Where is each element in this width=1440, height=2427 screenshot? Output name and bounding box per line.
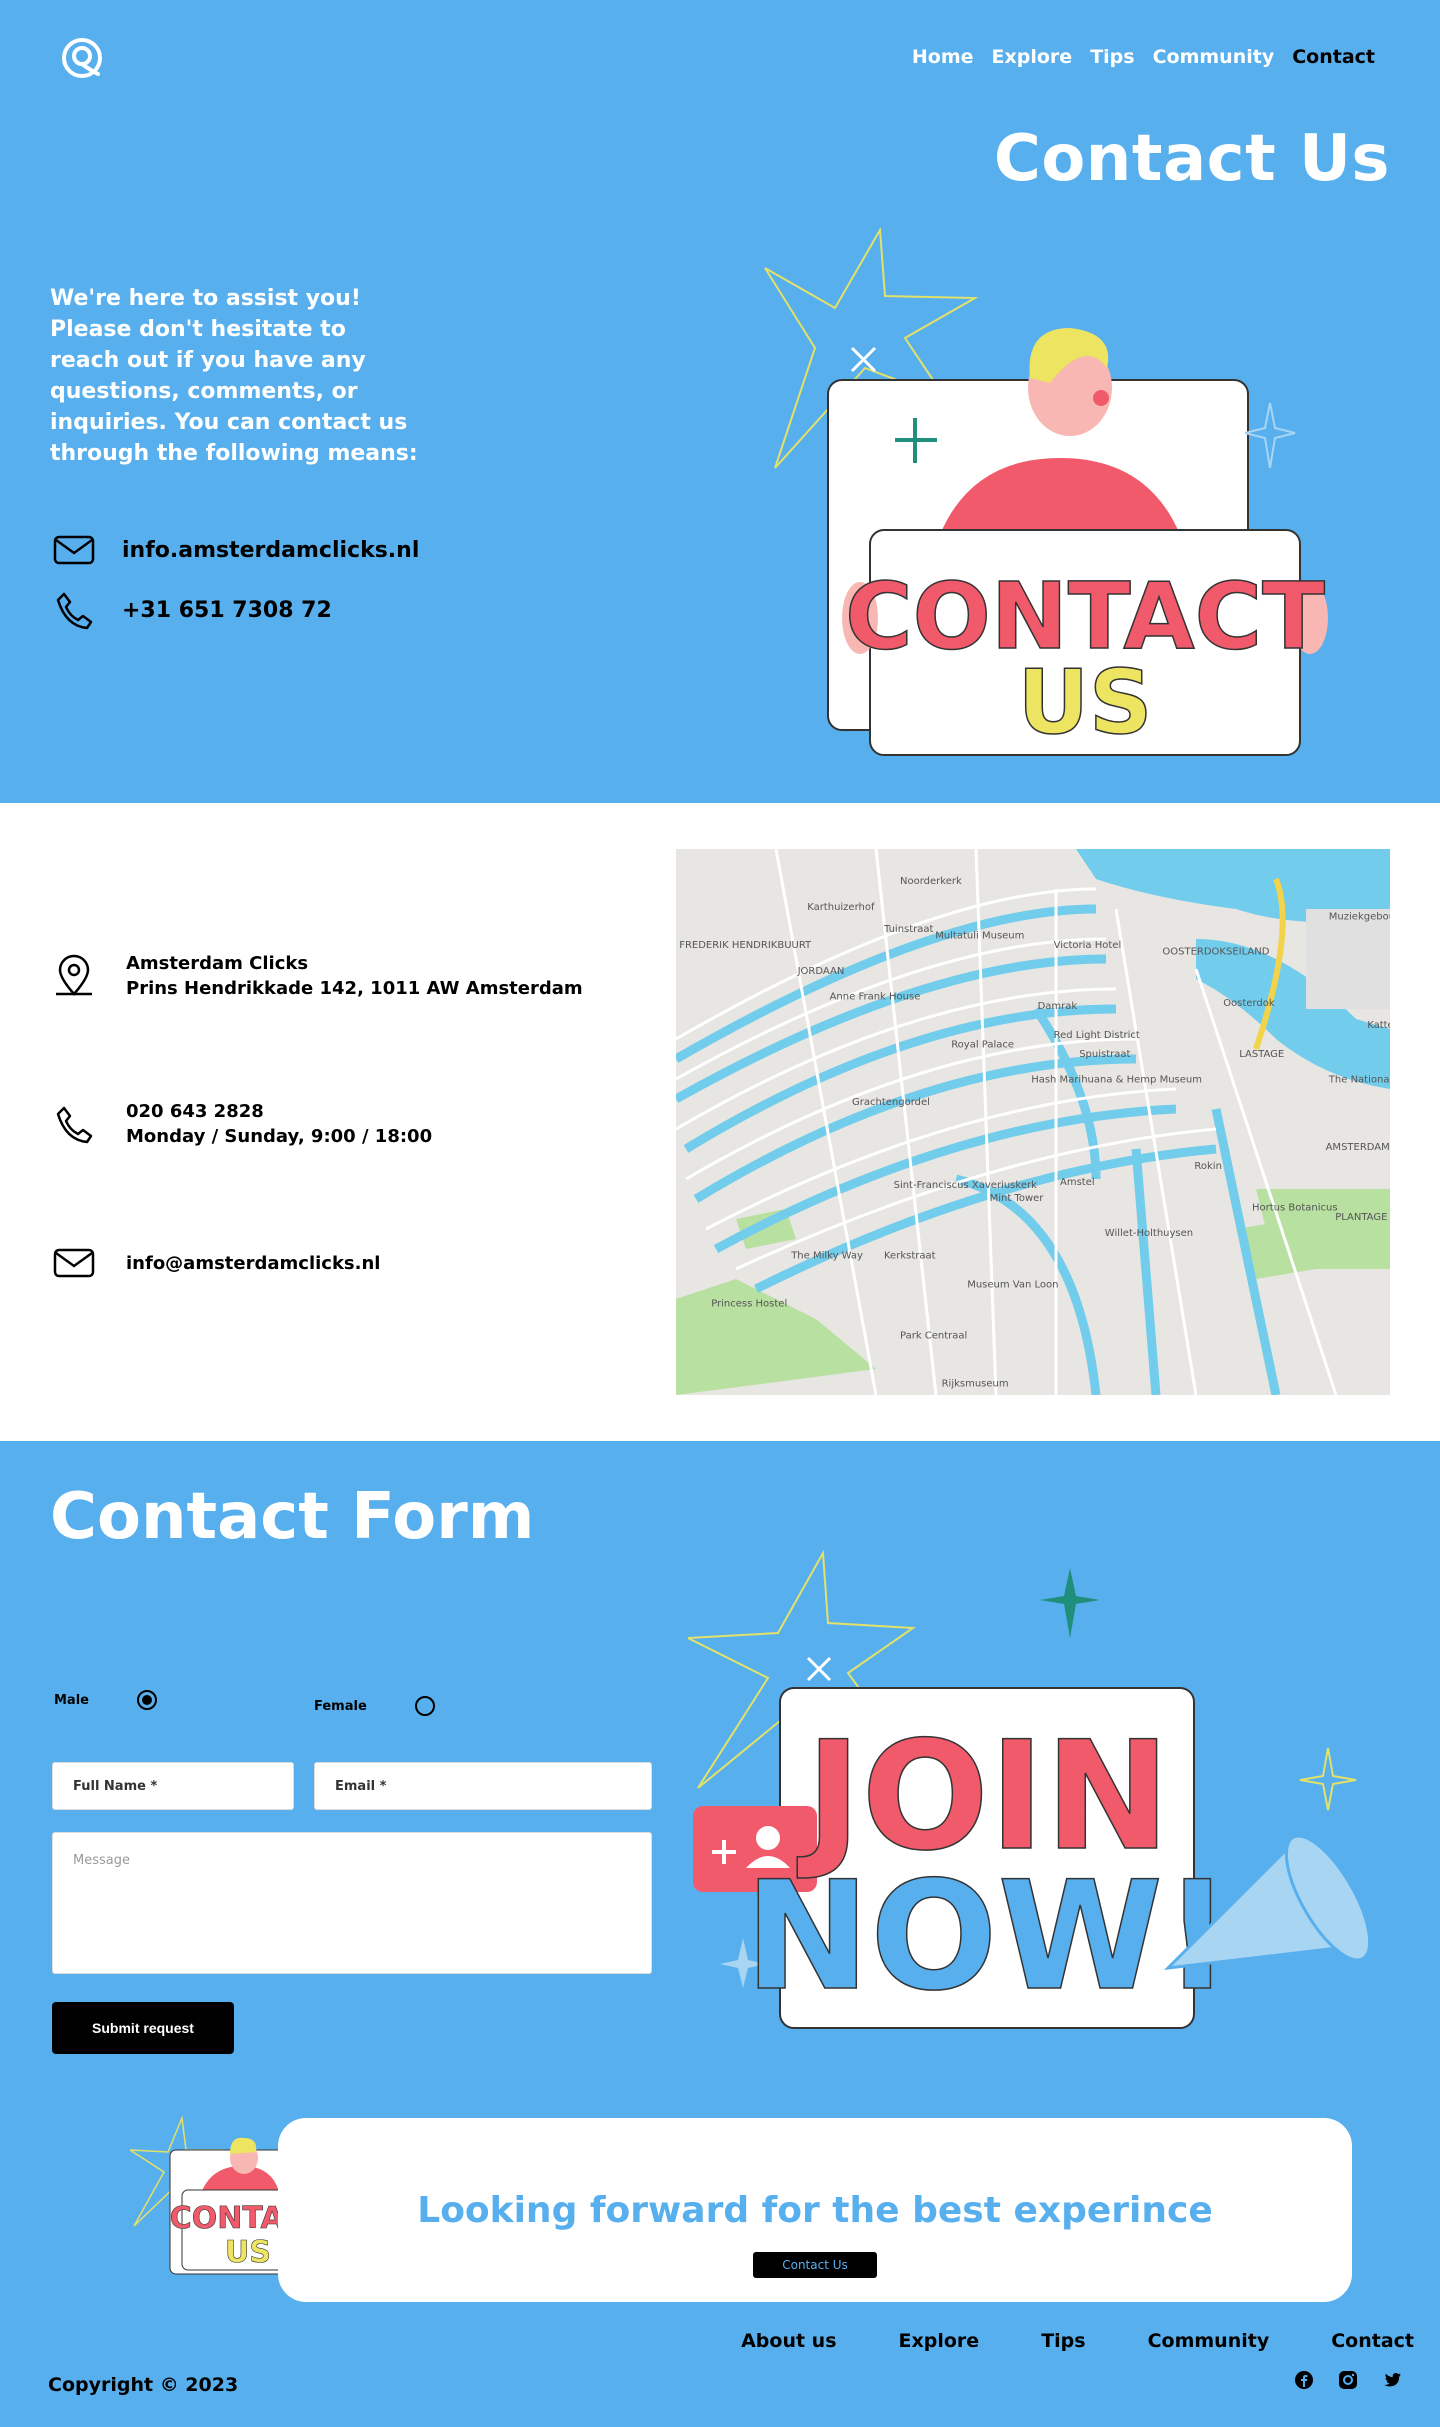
map-label: Hash Marihuana & Hemp Museum (1031, 1075, 1202, 1086)
promo-heading: Looking forward for the best experince (417, 2190, 1213, 2231)
map-label: Red Light District (1054, 1030, 1140, 1041)
promo-contact-button[interactable]: Contact Us (753, 2252, 877, 2278)
map-label: Muziekgebouw (1329, 911, 1390, 922)
hero-phone-text: +31 651 7308 72 (122, 597, 332, 623)
footer-tips[interactable]: Tips (1041, 2330, 1085, 2352)
phone-icon (56, 1106, 93, 1144)
footer-about-us[interactable]: About us (741, 2330, 836, 2352)
map-label: The Milky Way (790, 1251, 863, 1262)
map-label: Mint Tower (990, 1193, 1045, 1204)
info-phone-number[interactable]: 020 643 2828 (126, 1099, 432, 1124)
now-text: NOW! (745, 1850, 1232, 2024)
full-name-input[interactable]: Full Name * (52, 1762, 294, 1810)
male-radio[interactable] (136, 1690, 157, 1710)
nav-community[interactable]: Community (1153, 46, 1275, 68)
map-label: Royal Palace (951, 1039, 1014, 1050)
map-label: Kattenburg (1367, 1020, 1390, 1031)
location-pin-icon (56, 954, 92, 996)
mail-icon (53, 535, 95, 565)
sign-us-text: US (1018, 651, 1153, 754)
female-label: Female (314, 1698, 367, 1714)
contact-us-illustration: CONTACT US (764, 228, 1328, 756)
page-title: Contact Us (993, 122, 1390, 196)
nav-explore[interactable]: Explore (992, 46, 1073, 68)
join-now-illustration: JOIN NOW! (688, 1549, 1372, 2029)
main-nav: Home Explore Tips Community Contact (912, 46, 1375, 68)
map-label: OOSTERDOKSEILAND (1162, 947, 1269, 958)
map-label: JORDAAN (797, 966, 845, 977)
contact-info-section: Amsterdam Clicks Prins Hendrikkade 142, … (0, 803, 1440, 1441)
map-label: Amstel (1060, 1177, 1095, 1188)
mail-icon (53, 1248, 95, 1278)
map-label: Anne Frank House (830, 991, 921, 1002)
hero-phone[interactable]: +31 651 7308 72 (52, 588, 332, 632)
map-label: Tuinstraat (883, 924, 934, 935)
hero-email[interactable]: info.amsterdamclicks.nl (52, 528, 419, 572)
footer-community[interactable]: Community (1148, 2330, 1270, 2352)
info-email: info@amsterdamclicks.nl (52, 1241, 380, 1285)
map-label: Oosterdok (1223, 998, 1275, 1009)
instagram-icon[interactable] (1338, 2370, 1358, 2390)
male-label: Male (54, 1692, 89, 1708)
gender-female-option[interactable]: Female (314, 1696, 435, 1716)
map-label: Grachtengordel (852, 1097, 930, 1108)
info-email-text[interactable]: info@amsterdamclicks.nl (126, 1251, 380, 1276)
map-label: Noorderkerk (900, 876, 962, 887)
message-textarea[interactable]: Message (52, 1832, 652, 1974)
info-address: Amsterdam Clicks Prins Hendrikkade 142, … (52, 951, 583, 1001)
address-name: Amsterdam Clicks (126, 953, 309, 974)
map-label: Rijksmuseum (942, 1379, 1009, 1390)
map-label: LASTAGE (1239, 1049, 1284, 1060)
copyright: Copyright © 2023 (48, 2374, 239, 2396)
hero-intro: We're here to assist you! Please don't h… (50, 286, 418, 466)
footer-contact[interactable]: Contact (1331, 2330, 1414, 2352)
gender-male-option[interactable]: Male (54, 1690, 157, 1710)
phone-icon (56, 592, 93, 630)
map-label: Rokin (1194, 1161, 1222, 1172)
contact-form-title: Contact Form (50, 1480, 535, 1554)
map-label: Victoria Hotel (1054, 940, 1122, 951)
nav-tips[interactable]: Tips (1090, 46, 1134, 68)
map-label: Karthuizerhof (807, 902, 875, 913)
map-label: Willet-Holthuysen (1105, 1228, 1193, 1239)
social-links (1294, 2370, 1402, 2390)
address-street: Prins Hendrikkade 142, 1011 AW Amsterdam (126, 978, 583, 999)
map-label: PLANTAGE (1335, 1212, 1387, 1223)
map-label: Damrak (1038, 1001, 1078, 1012)
map-label: Sint-Franciscus Xaveriuskerk (894, 1180, 1037, 1191)
promo-banner: Looking forward for the best experince C… (278, 2118, 1352, 2302)
map-label: AMSTERDAM-CENTRUM (1326, 1142, 1390, 1153)
map-label: Princess Hostel (711, 1299, 787, 1310)
nav-contact[interactable]: Contact (1292, 46, 1375, 68)
female-radio[interactable] (414, 1696, 435, 1716)
map-label: The National Maritime Museum (1328, 1075, 1390, 1086)
facebook-icon[interactable] (1294, 2370, 1314, 2390)
map-label: Hortus Botanicus (1252, 1203, 1338, 1214)
location-map[interactable]: Noorderkerk Karthuizerhof FREDERIK HENDRIK… (676, 849, 1390, 1395)
twitter-icon[interactable] (1382, 2370, 1402, 2390)
map-label: Spuistraat (1079, 1049, 1130, 1060)
map-label: Kerkstraat (884, 1251, 936, 1262)
promo-sign-us: US (225, 2235, 271, 2270)
info-phone: 020 643 2828 Monday / Sunday, 9:00 / 18:… (52, 1099, 432, 1149)
map-label: Park Centraal (900, 1331, 967, 1342)
map-label: Multatuli Museum (935, 931, 1024, 942)
hero-email-text: info.amsterdamclicks.nl (122, 537, 420, 563)
email-input[interactable]: Email * (314, 1762, 652, 1810)
info-hours: Monday / Sunday, 9:00 / 18:00 (126, 1126, 433, 1147)
footer-nav: About us Explore Tips Community Contact (741, 2330, 1414, 2352)
nav-home[interactable]: Home (912, 46, 974, 68)
map-canvas: Noorderkerk Karthuizerhof FREDERIK HENDRIK… (676, 849, 1390, 1395)
map-label: Museum Van Loon (967, 1279, 1058, 1290)
site-logo[interactable] (60, 36, 104, 80)
submit-request-button[interactable]: Submit request (52, 2002, 234, 2054)
map-label: FREDERIK HENDRIKBUURT (679, 940, 812, 951)
footer-explore[interactable]: Explore (899, 2330, 980, 2352)
